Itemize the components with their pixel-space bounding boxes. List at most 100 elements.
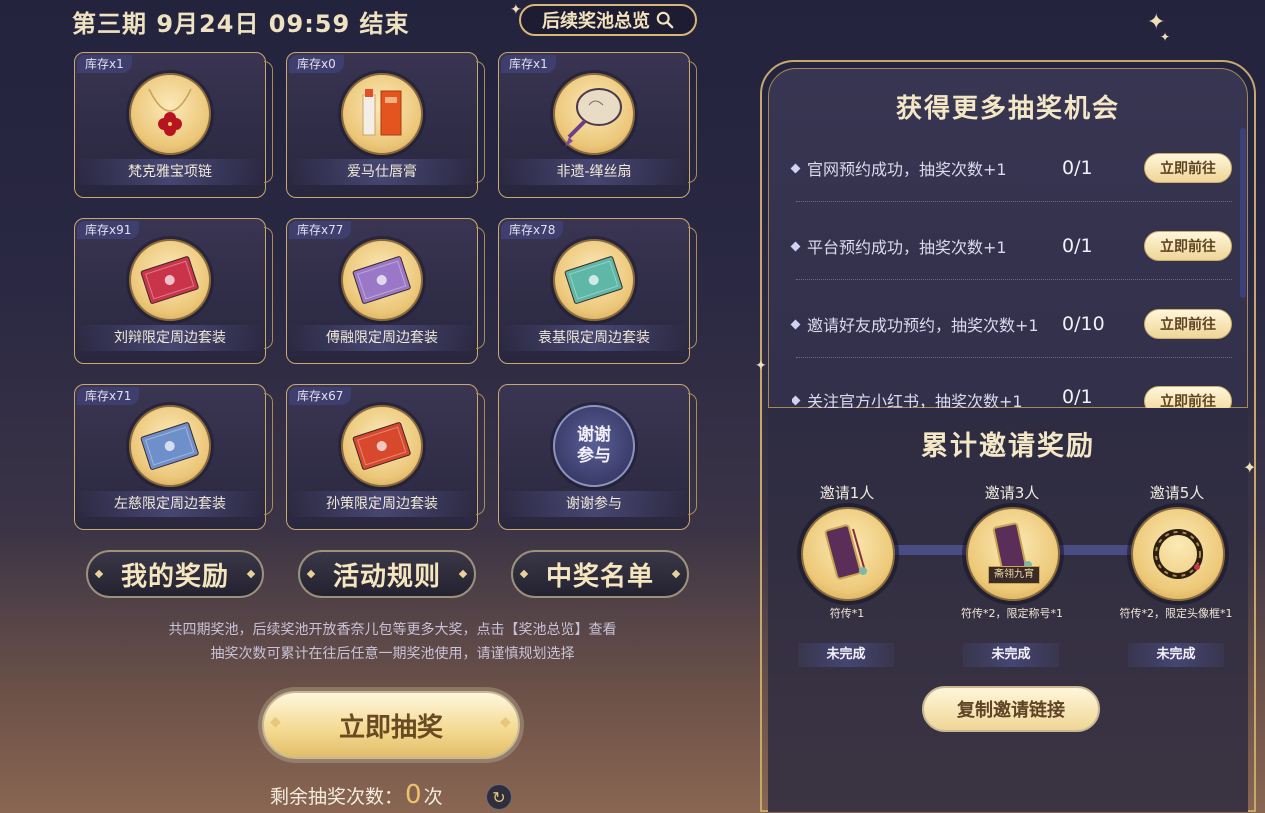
divider [796,279,1232,280]
prize-image [129,239,211,321]
refresh-icon[interactable]: ↻ [486,784,512,810]
sparkle-icon: ✦ [755,358,767,374]
task-label: 平台预约成功，抽奖次数+1 [807,238,1007,257]
invite-panel-title: 累计邀请奖励 [921,431,1095,462]
tier-reward-icon[interactable] [1131,507,1225,601]
prize-name: 傅融限定周边套装 [287,325,477,351]
divider [796,357,1232,358]
bullet-icon [792,395,801,405]
my-rewards-button[interactable]: 我的奖励 [86,550,264,598]
tier-status: 未完成 [1128,643,1224,667]
tier-label: 邀请3人 [984,484,1040,502]
task-row: 关注官方小红书，抽奖次数+1 0/1 立即前往 [792,382,1232,408]
prize-name: 梵克雅宝项链 [75,159,265,185]
task-row: 邀请好友成功预约，抽奖次数+1 0/10 立即前往 [790,304,1232,344]
stock-badge: 库存x0 [289,55,344,73]
merch-set-icon [140,422,199,470]
prize-card[interactable]: 库存x71 左慈限定周边套装 [74,384,273,530]
tier-status: 未完成 [963,643,1059,667]
sparkle-icon: ✦ [1160,30,1171,44]
task-row: 官网预约成功，抽奖次数+1 0/1 立即前往 [790,148,1232,188]
merch-set-icon [352,422,411,470]
merch-set-icon [564,256,623,304]
diamond-icon: ◆ [270,714,281,730]
copy-invite-link-button[interactable]: 复制邀请链接 [922,686,1100,732]
prize-card[interactable]: 库存x91 刘辩限定周边套装 [74,218,273,364]
prize-name: 爱马仕唇膏 [287,159,477,185]
remaining-draws: 剩余抽奖次数： 0 次 [270,780,443,810]
prize-image [341,405,423,487]
note-line-1: 共四期奖池，后续奖池开放香奈儿包等更多大奖，点击【奖池总览】查看 [168,622,617,638]
title-badge: 斋翎九宵 [988,566,1040,584]
thanks-badge-icon: 谢谢参与 [553,405,635,487]
stock-badge: 库存x67 [289,387,352,405]
tier-label: 邀请5人 [1149,484,1205,502]
bullet-icon [790,241,801,251]
prize-image [341,239,423,321]
prize-name: 谢谢参与 [499,491,689,517]
tier-desc: 符传*1 [829,607,865,620]
prize-name: 袁基限定周边套装 [499,325,689,351]
sparkle-icon: ✦ [1243,458,1257,477]
prize-image [129,405,211,487]
prize-card[interactable]: 库存x1 非遗-缂丝扇 [498,52,697,198]
go-now-button[interactable]: 立即前往 [1144,153,1232,183]
tasks-panel-title: 获得更多抽奖机会 [895,94,1120,124]
bullet-icon [790,163,801,173]
prize-card[interactable]: 库存x77 傅融限定周边套装 [286,218,485,364]
task-progress: 0/1 [1062,386,1093,408]
avatar-frame-icon [1153,529,1203,579]
prize-name: 孙策限定周边套装 [287,491,477,517]
overview-button-label: 后续奖池总览 [542,11,650,32]
prize-name: 非遗-缂丝扇 [499,159,689,185]
period-title: 第三期 9月24日 09:59 结束 [72,10,410,38]
sparkle-icon: ✦ [510,2,522,18]
task-row: 平台预约成功，抽奖次数+1 0/1 立即前往 [790,226,1232,266]
tier-reward-icon[interactable] [966,507,1060,601]
task-label: 邀请好友成功预约，抽奖次数+1 [807,316,1039,335]
diamond-icon: ◆ [500,714,511,730]
task-progress: 0/10 [1062,313,1105,335]
winners-list-button[interactable]: 中奖名单 [511,550,689,598]
stock-badge: 库存x1 [77,55,132,73]
merch-set-icon [352,256,411,304]
prize-card[interactable]: 谢谢参与 谢谢参与 [498,384,697,530]
fan-icon [565,88,622,147]
stock-badge: 库存x71 [77,387,140,405]
prize-pool-overview-button[interactable]: 后续奖池总览 [519,4,697,36]
prize-image [341,73,423,155]
note-line-2: 抽奖次数可累计在往后任意一期奖池使用，请谨慎规划选择 [210,646,575,662]
stock-badge: 库存x91 [77,221,140,239]
thanks-badge-text: 谢谢参与 [577,425,611,466]
prize-image [129,73,211,155]
tier-reward-icon[interactable] [801,507,895,601]
remaining-label: 剩余抽奖次数： [270,785,404,808]
go-now-button[interactable]: 立即前往 [1144,231,1232,261]
tasks-scrollbar[interactable] [1240,128,1246,298]
prize-card[interactable]: 库存x78 袁基限定周边套装 [498,218,697,364]
prize-name: 刘辩限定周边套装 [75,325,265,351]
prize-card[interactable]: 库存x0 爱马仕唇膏 [286,52,485,198]
necklace-icon [148,88,192,136]
prize-name: 左慈限定周边套装 [75,491,265,517]
tier-desc: 符传*2，限定头像框*1 [1119,607,1233,620]
stock-badge: 库存x78 [501,221,564,239]
stock-badge: 库存x77 [289,221,352,239]
prize-card[interactable]: 库存x67 孙策限定周边套装 [286,384,485,530]
go-now-button[interactable]: 立即前往 [1144,386,1232,408]
prize-card[interactable]: 库存x1 梵克雅宝项链 [74,52,273,198]
activity-rules-button[interactable]: 活动规则 [298,550,476,598]
search-icon [656,11,674,29]
talisman-icon [992,522,1032,574]
task-label: 关注官方小红书，抽奖次数+1 [807,392,1023,408]
merch-set-icon [140,256,199,304]
lipstick-icon [362,89,402,136]
task-progress: 0/1 [1062,157,1093,179]
draw-button-label: 立即抽奖 [338,712,443,743]
divider [796,201,1232,202]
go-now-button[interactable]: 立即前往 [1144,309,1232,339]
draw-now-button[interactable]: 立即抽奖 [262,691,520,759]
stock-badge: 库存x1 [501,55,556,73]
tier-label: 邀请1人 [819,484,875,502]
talisman-icon [824,524,867,580]
